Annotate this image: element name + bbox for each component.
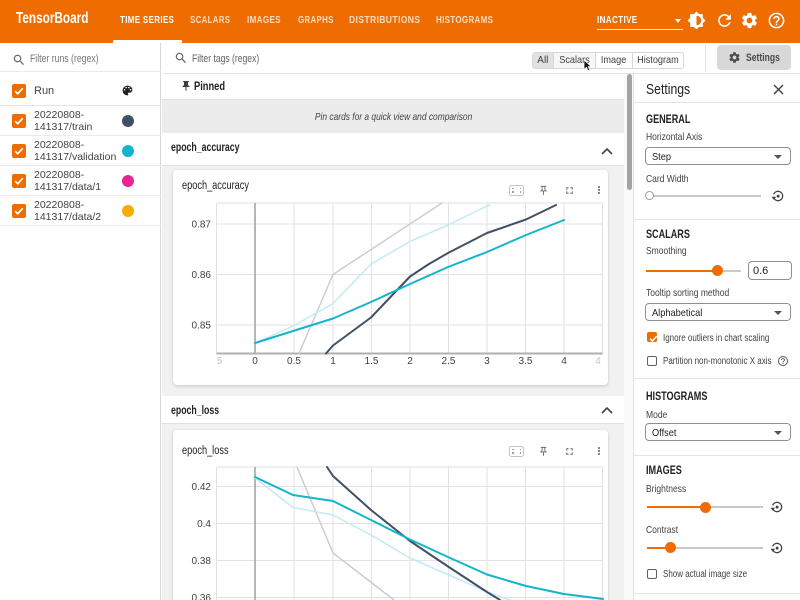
svg-text:0.38: 0.38 [192,556,212,567]
svg-text:2.5: 2.5 [442,356,456,367]
svg-text:0: 0 [252,356,258,367]
svg-text:0.87: 0.87 [192,220,212,231]
svg-text:3: 3 [484,356,490,367]
svg-text:4: 4 [595,356,601,367]
svg-text:0.4: 0.4 [197,519,211,530]
svg-text:0.86: 0.86 [192,270,212,281]
svg-text:0.85: 0.85 [192,321,212,332]
svg-text:1: 1 [330,356,336,367]
svg-text:5: 5 [217,356,223,367]
svg-text:0.42: 0.42 [192,482,212,493]
svg-text:2: 2 [407,356,413,367]
svg-text:1.5: 1.5 [365,356,379,367]
svg-text:0.36: 0.36 [192,593,212,600]
svg-text:4: 4 [561,356,567,367]
svg-text:3.5: 3.5 [519,356,533,367]
svg-text:0.5: 0.5 [287,356,301,367]
